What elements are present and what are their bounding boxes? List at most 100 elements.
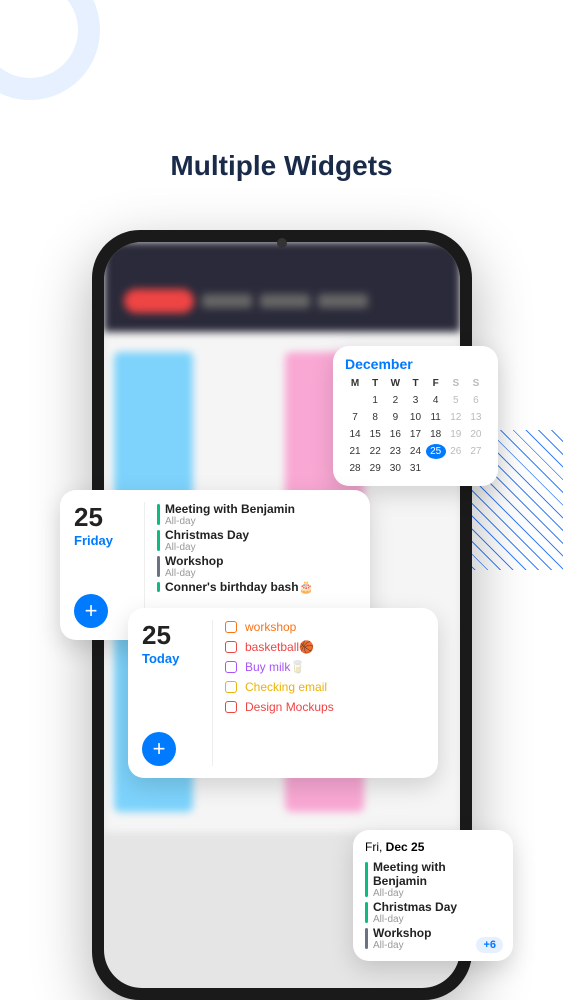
calendar-grid: MTWTFSS123456789101112131415161718192021… xyxy=(345,376,486,476)
compact-events-widget[interactable]: Fri, Dec 25 Meeting with BenjaminAll-day… xyxy=(353,830,513,961)
calendar-day[interactable]: 5 xyxy=(446,393,466,408)
calendar-day[interactable]: 25 xyxy=(426,444,446,459)
calendar-day[interactable]: 24 xyxy=(405,444,425,459)
todo-text: Checking email xyxy=(245,680,327,694)
plus-icon: + xyxy=(85,598,98,624)
compact-date-bold: Dec 25 xyxy=(386,840,425,854)
calendar-header: W xyxy=(385,376,405,391)
page-title: Multiple Widgets xyxy=(0,150,563,182)
event-title: Christmas Day xyxy=(373,900,501,914)
todo-item[interactable]: Buy milk🥛 xyxy=(225,660,424,674)
todo-weekday: Today xyxy=(142,651,179,666)
event-item[interactable]: WorkshopAll-day xyxy=(157,554,356,579)
event-subtitle: All-day xyxy=(373,888,501,899)
events-day-number: 25 xyxy=(74,502,103,533)
event-item[interactable]: Meeting with BenjaminAll-day xyxy=(365,860,501,899)
todo-text: workshop xyxy=(245,620,296,634)
calendar-day[interactable]: 11 xyxy=(426,410,446,425)
event-subtitle: All-day xyxy=(165,568,356,579)
todo-text: Design Mockups xyxy=(245,700,334,714)
calendar-day[interactable]: 6 xyxy=(466,393,486,408)
todo-text: basketball🏀 xyxy=(245,640,314,654)
todo-checkbox[interactable] xyxy=(225,661,237,673)
event-color-bar xyxy=(157,556,160,577)
event-subtitle: All-day xyxy=(373,914,501,925)
event-color-bar xyxy=(157,504,160,525)
calendar-day[interactable]: 22 xyxy=(365,444,385,459)
calendar-day[interactable]: 26 xyxy=(446,444,466,459)
calendar-header: F xyxy=(426,376,446,391)
event-item[interactable]: Christmas DayAll-day xyxy=(157,528,356,553)
calendar-day[interactable]: 13 xyxy=(466,410,486,425)
calendar-day[interactable]: 3 xyxy=(405,393,425,408)
events-weekday: Friday xyxy=(74,533,113,548)
calendar-day[interactable]: 23 xyxy=(385,444,405,459)
calendar-day[interactable]: 9 xyxy=(385,410,405,425)
calendar-day[interactable]: 1 xyxy=(365,393,385,408)
plus-icon: + xyxy=(153,736,166,762)
todo-day-number: 25 xyxy=(142,620,171,651)
calendar-day[interactable]: 10 xyxy=(405,410,425,425)
event-color-bar xyxy=(365,862,368,897)
todo-list: workshop basketball🏀 Buy milk🥛 Checking ema… xyxy=(212,620,424,766)
calendar-header: S xyxy=(466,376,486,391)
calendar-day[interactable]: 15 xyxy=(365,427,385,442)
calendar-day[interactable]: 16 xyxy=(385,427,405,442)
event-color-bar xyxy=(365,902,368,923)
calendar-day[interactable]: 14 xyxy=(345,427,365,442)
todo-item[interactable]: workshop xyxy=(225,620,424,634)
calendar-day[interactable]: 30 xyxy=(385,461,405,476)
calendar-day xyxy=(426,461,446,476)
calendar-day xyxy=(345,393,365,408)
calendar-day[interactable]: 12 xyxy=(446,410,466,425)
calendar-day[interactable]: 2 xyxy=(385,393,405,408)
add-todo-button[interactable]: + xyxy=(142,732,176,766)
event-item[interactable]: Conner's birthday bash🎂 xyxy=(157,580,356,594)
todo-checkbox[interactable] xyxy=(225,621,237,633)
compact-date: Fri, Dec 25 xyxy=(365,840,501,854)
event-item[interactable]: Meeting with BenjaminAll-day xyxy=(157,502,356,527)
todo-item[interactable]: Checking email xyxy=(225,680,424,694)
event-item[interactable]: Christmas DayAll-day xyxy=(365,900,501,925)
todo-checkbox[interactable] xyxy=(225,641,237,653)
event-color-bar xyxy=(157,530,160,551)
event-title: Workshop xyxy=(165,554,356,568)
event-title: Christmas Day xyxy=(165,528,356,542)
event-title: Meeting with Benjamin xyxy=(373,860,501,888)
add-event-button[interactable]: + xyxy=(74,594,108,628)
calendar-day[interactable]: 19 xyxy=(446,427,466,442)
todo-widget[interactable]: 25 Today workshop basketball🏀 Buy milk🥛 Che… xyxy=(128,608,438,778)
calendar-header: T xyxy=(405,376,425,391)
event-title: Conner's birthday bash🎂 xyxy=(165,580,356,594)
calendar-day[interactable]: 20 xyxy=(466,427,486,442)
more-events-badge[interactable]: +6 xyxy=(476,937,503,953)
calendar-day[interactable]: 17 xyxy=(405,427,425,442)
todo-checkbox[interactable] xyxy=(225,681,237,693)
calendar-day[interactable]: 18 xyxy=(426,427,446,442)
todo-text: Buy milk🥛 xyxy=(245,660,305,674)
calendar-day[interactable]: 21 xyxy=(345,444,365,459)
calendar-month-label: December xyxy=(345,356,486,372)
todo-item[interactable]: Design Mockups xyxy=(225,700,424,714)
event-title: Meeting with Benjamin xyxy=(165,502,356,516)
event-color-bar xyxy=(365,928,368,949)
todo-checkbox[interactable] xyxy=(225,701,237,713)
event-subtitle: All-day xyxy=(165,516,356,527)
calendar-day[interactable]: 8 xyxy=(365,410,385,425)
calendar-day[interactable]: 28 xyxy=(345,461,365,476)
calendar-day[interactable]: 31 xyxy=(405,461,425,476)
phone-camera xyxy=(277,238,287,248)
calendar-day[interactable]: 7 xyxy=(345,410,365,425)
calendar-day xyxy=(466,461,486,476)
decoration-circle xyxy=(0,0,100,100)
todo-item[interactable]: basketball🏀 xyxy=(225,640,424,654)
calendar-widget[interactable]: December MTWTFSS123456789101112131415161… xyxy=(333,346,498,486)
calendar-day[interactable]: 4 xyxy=(426,393,446,408)
compact-date-prefix: Fri, xyxy=(365,840,386,854)
calendar-day xyxy=(446,461,466,476)
calendar-day[interactable]: 27 xyxy=(466,444,486,459)
event-subtitle: All-day xyxy=(165,542,356,553)
calendar-header: T xyxy=(365,376,385,391)
calendar-day[interactable]: 29 xyxy=(365,461,385,476)
calendar-header: S xyxy=(446,376,466,391)
